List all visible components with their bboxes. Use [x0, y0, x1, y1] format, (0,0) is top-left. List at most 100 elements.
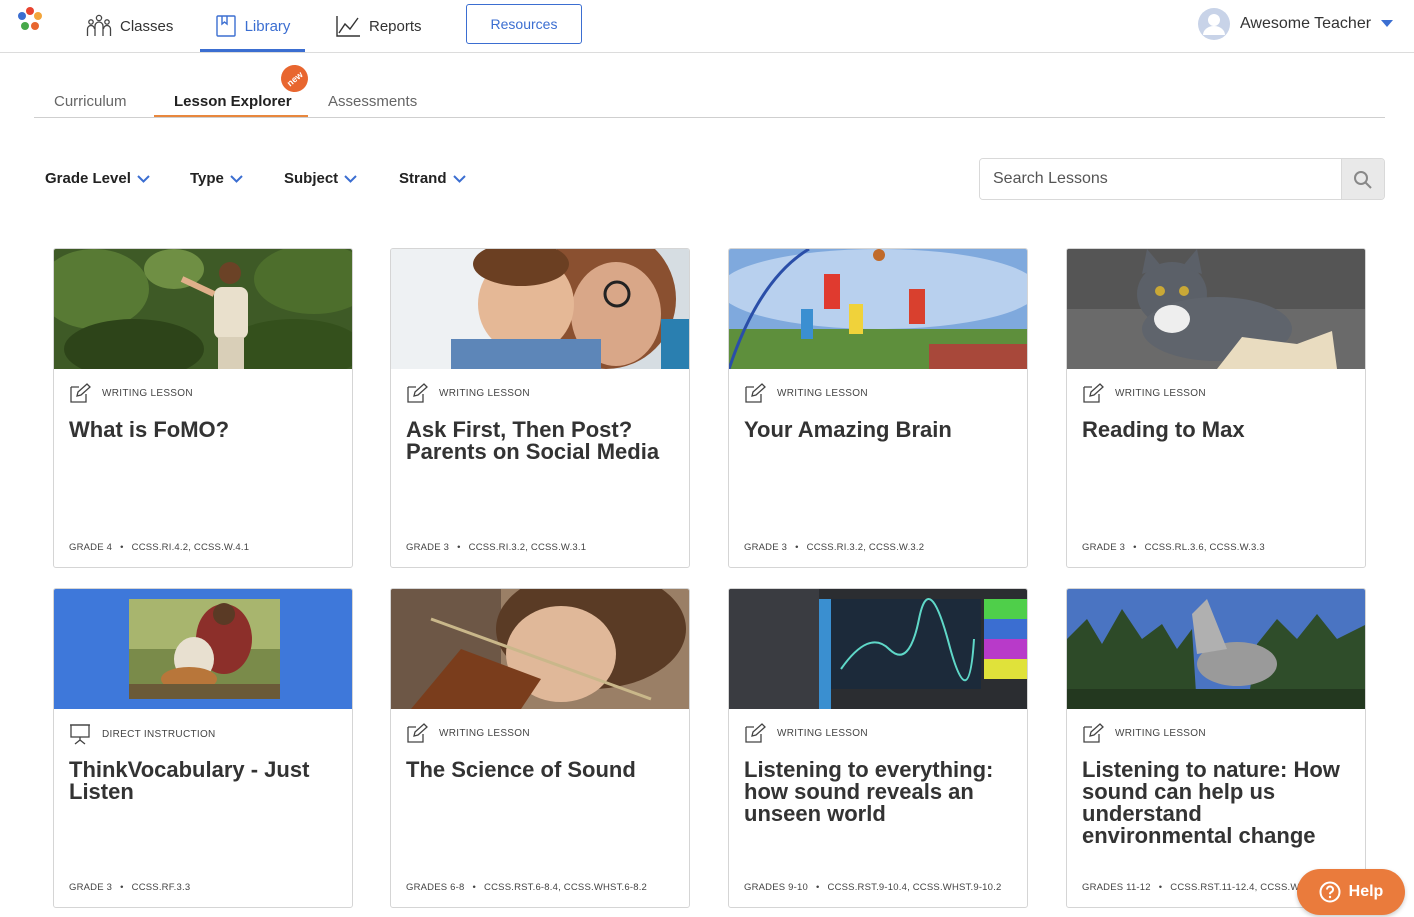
- lesson-standards: CCSS.RI.3.2, CCSS.W.3.2: [806, 542, 925, 553]
- card-thumbnail-girl-photographer: [54, 249, 352, 369]
- card-thumbnail-violinist: [391, 589, 689, 709]
- chevron-down-icon: [452, 174, 466, 183]
- lesson-grade: GRADES 9-10: [744, 882, 808, 893]
- user-menu[interactable]: Awesome Teacher: [1198, 8, 1394, 40]
- book-icon: [215, 15, 236, 37]
- user-name: Awesome Teacher: [1240, 15, 1372, 32]
- pencil-icon: [70, 383, 91, 403]
- lesson-standards: CCSS.RI.3.2, CCSS.W.3.1: [468, 542, 587, 553]
- subject-filter[interactable]: Subject: [284, 170, 357, 187]
- lesson-grade: GRADE 4: [69, 542, 113, 553]
- lesson-grade: GRADE 3: [406, 542, 450, 553]
- lesson-type: WRITING LESSON: [744, 383, 868, 403]
- lesson-type-label: WRITING LESSON: [1115, 387, 1206, 399]
- lesson-card[interactable]: WRITING LESSON Reading to Max GRADE 3 • CC…: [1066, 248, 1366, 568]
- tab-curriculum[interactable]: Curriculum: [54, 93, 127, 110]
- card-thumbnail-audio-software: [729, 589, 1027, 709]
- logo-icon[interactable]: [14, 6, 46, 38]
- search-button[interactable]: [1341, 159, 1384, 199]
- active-nav-underline: [200, 49, 305, 52]
- resources-button[interactable]: Resources: [466, 4, 582, 44]
- pencil-icon: [407, 723, 428, 743]
- pencil-icon: [745, 723, 766, 743]
- chevron-down-icon: [137, 174, 150, 183]
- lesson-title: Listening to nature: How sound can help …: [1082, 757, 1340, 848]
- lesson-card[interactable]: DIRECT INSTRUCTION ThinkVocabulary - Jus…: [53, 588, 353, 908]
- tab-lesson-explorer[interactable]: Lesson Explorer: [154, 93, 308, 117]
- lesson-title: Reading to Max: [1082, 417, 1245, 442]
- lesson-grade: GRADES 11-12: [1082, 882, 1151, 893]
- lesson-grade: GRADE 3: [1082, 542, 1126, 553]
- lesson-standards: CCSS.RL.3.6, CCSS.W.3.3: [1144, 542, 1265, 553]
- lesson-card[interactable]: WRITING LESSON Your Amazing Brain GRADE …: [728, 248, 1028, 568]
- lesson-type: WRITING LESSON: [406, 723, 530, 743]
- avatar-icon: [1198, 8, 1230, 40]
- lesson-type: WRITING LESSON: [1082, 723, 1206, 743]
- lesson-meta: GRADES 9-10 • CCSS.RST.9-10.4, CCSS.WHST.9…: [744, 882, 1002, 893]
- presentation-icon: [70, 724, 90, 745]
- lesson-meta: GRADE 3 • CCSS.RI.3.2, CCSS.W.3.2: [744, 542, 925, 553]
- lesson-title: What is FoMO?: [69, 417, 230, 442]
- lesson-title: Ask First, Then Post? Parents on Social …: [406, 417, 660, 464]
- nav-library[interactable]: Library: [200, 0, 305, 52]
- lesson-grade: GRADE 3: [69, 882, 113, 893]
- line-chart-icon: [336, 16, 360, 37]
- help-label: Help: [1348, 883, 1384, 900]
- lesson-standards: CCSS.RST.9-10.4, CCSS.WHST.9-10.2: [827, 882, 1002, 893]
- caret-down-icon: [1381, 20, 1394, 27]
- lesson-meta: GRADES 6-8 • CCSS.RST.6-8.4, CCSS.WHST.6-8…: [406, 882, 648, 893]
- nav-reports[interactable]: Reports: [336, 0, 422, 52]
- card-thumbnail-wolf: [1067, 589, 1365, 709]
- strand-filter[interactable]: Strand: [399, 170, 466, 187]
- lesson-type-label: WRITING LESSON: [439, 387, 530, 399]
- lesson-card[interactable]: WRITING LESSON The Science of Sound GRAD…: [390, 588, 690, 908]
- lesson-type: WRITING LESSON: [1082, 383, 1206, 403]
- lesson-card[interactable]: WRITING LESSON What is FoMO? GRADE 4 • CCS…: [53, 248, 353, 568]
- lesson-title: Your Amazing Brain: [744, 417, 952, 442]
- lesson-card[interactable]: WRITING LESSON Ask First, Then Post? Par…: [390, 248, 690, 568]
- lesson-type-label: WRITING LESSON: [777, 727, 868, 739]
- chevron-down-icon: [344, 174, 357, 183]
- subject-label: Subject: [284, 170, 339, 187]
- nav-classes[interactable]: Classes: [86, 0, 173, 52]
- lesson-type: WRITING LESSON: [744, 723, 868, 743]
- lesson-title: The Science of Sound: [406, 757, 636, 782]
- card-thumbnail-parent-child: [391, 249, 689, 369]
- tab-lesson-explorer-label: Lesson Explorer: [174, 93, 292, 110]
- classes-icon: [86, 14, 112, 36]
- lesson-standards: CCSS.RST.6-8.4, CCSS.WHST.6-8.2: [484, 882, 648, 893]
- lesson-meta: GRADE 4 • CCSS.RI.4.2, CCSS.W.4.1: [69, 542, 250, 553]
- lesson-card[interactable]: WRITING LESSON Listening to everything: …: [728, 588, 1028, 908]
- lesson-meta: GRADE 3 • CCSS.RI.3.2, CCSS.W.3.1: [406, 542, 587, 553]
- help-button[interactable]: Help: [1297, 869, 1405, 915]
- active-tab-underline: [154, 115, 308, 117]
- type-filter[interactable]: Type: [190, 170, 243, 187]
- nav-reports-label: Reports: [369, 17, 422, 35]
- library-subtabs: Curriculum Lesson Explorer Assessments: [34, 80, 1385, 118]
- grade-level-filter[interactable]: Grade Level: [45, 170, 150, 187]
- lesson-type: WRITING LESSON: [406, 383, 530, 403]
- search-input[interactable]: [980, 159, 1341, 199]
- search-bar: [979, 158, 1385, 200]
- lesson-type: DIRECT INSTRUCTION: [69, 723, 216, 745]
- chevron-down-icon: [230, 174, 243, 183]
- pencil-icon: [745, 383, 766, 403]
- top-navigation: Classes Library Reports Resources Awesom…: [0, 0, 1414, 53]
- search-icon: [1354, 171, 1372, 189]
- lesson-title: ThinkVocabulary - Just Listen: [69, 757, 310, 804]
- lesson-type-label: DIRECT INSTRUCTION: [102, 728, 216, 740]
- lesson-title: Listening to everything: how sound revea…: [744, 757, 994, 826]
- card-thumbnail-guitar-lesson: [54, 589, 352, 709]
- lesson-type-label: WRITING LESSON: [777, 387, 868, 399]
- nav-library-label: Library: [244, 17, 291, 35]
- pencil-icon: [1083, 383, 1104, 403]
- lesson-type-label: WRITING LESSON: [102, 387, 193, 399]
- strand-label: Strand: [399, 170, 447, 187]
- lesson-type: WRITING LESSON: [69, 383, 193, 403]
- lesson-card[interactable]: WRITING LESSON Listening to nature: How …: [1066, 588, 1366, 908]
- lesson-meta: GRADE 3 • CCSS.RF.3.3: [69, 882, 191, 893]
- card-thumbnail-basketball: [729, 249, 1027, 369]
- tab-assessments[interactable]: Assessments: [328, 93, 417, 110]
- type-label: Type: [190, 170, 224, 187]
- pencil-icon: [1083, 723, 1104, 743]
